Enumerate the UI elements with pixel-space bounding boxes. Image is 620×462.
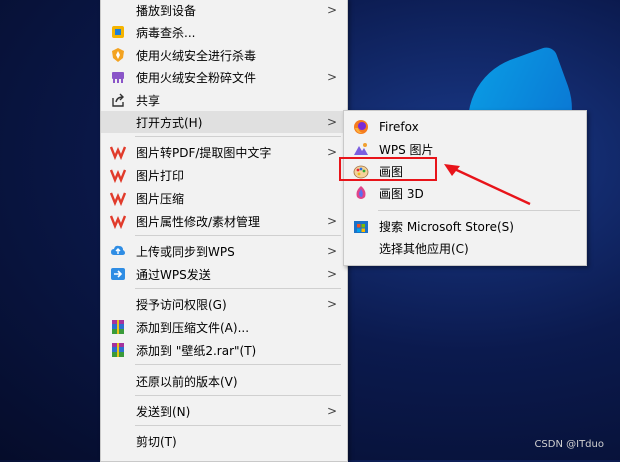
menu-item-label: 共享 — [136, 93, 161, 108]
menu-separator — [135, 288, 341, 289]
menu-separator — [135, 395, 341, 396]
submenu-item-firefox[interactable]: Firefox — [344, 116, 586, 138]
menu-item-label: 图片转PDF/提取图中文字 — [136, 145, 272, 160]
menu-item-label: 图片属性修改/素材管理 — [136, 214, 261, 229]
winrar-icon — [110, 319, 126, 335]
menu-item-cut[interactable]: 剪切(T) — [101, 430, 347, 452]
winrar-icon — [110, 342, 126, 358]
menu-item-label: 授予访问权限(G) — [136, 297, 227, 312]
store-icon — [353, 218, 369, 234]
chevron-right-icon: > — [326, 214, 337, 228]
chevron-right-icon: > — [326, 3, 337, 17]
menu-item-label: 使用火绒安全粉碎文件 — [136, 70, 257, 85]
menu-item-label: 通过WPS发送 — [136, 267, 211, 282]
menu-item-huorong-shred[interactable]: 使用火绒安全粉碎文件 > — [101, 66, 347, 88]
wps-icon — [110, 167, 126, 183]
context-menu: 播放到设备 > 病毒查杀... 使用火绒安全进行杀毒 使用火绒安全粉碎文件 > … — [100, 0, 348, 462]
menu-item-restore-versions[interactable]: 还原以前的版本(V) — [101, 370, 347, 392]
huorong-shield-icon — [110, 47, 126, 63]
menu-item-upload-wps[interactable]: 上传或同步到WPS > — [101, 240, 347, 262]
menu-item-image-to-pdf[interactable]: 图片转PDF/提取图中文字 > — [101, 141, 347, 163]
cloud-upload-icon — [110, 243, 126, 259]
chevron-right-icon: > — [326, 115, 337, 129]
chevron-right-icon: > — [326, 404, 337, 418]
menu-item-image-properties[interactable]: 图片属性修改/素材管理 > — [101, 210, 347, 232]
menu-item-label: 上传或同步到WPS — [136, 244, 235, 259]
menu-item-label: 使用火绒安全进行杀毒 — [136, 48, 257, 63]
menu-item-label: 画图 3D — [379, 186, 424, 201]
wps-icon — [110, 213, 126, 229]
menu-item-share[interactable]: 共享 — [101, 89, 347, 111]
menu-item-cast-to-device[interactable]: 播放到设备 > — [101, 0, 347, 21]
virus-scan-icon — [110, 24, 126, 40]
menu-item-label: 图片压缩 — [136, 191, 185, 206]
menu-item-label: 打开方式(H) — [136, 115, 203, 130]
menu-separator — [135, 425, 341, 426]
menu-item-label: 添加到 "壁纸2.rar"(T) — [136, 343, 257, 358]
annotation-highlight-box — [339, 157, 437, 181]
menu-separator — [135, 235, 341, 236]
menu-item-grant-access[interactable]: 授予访问权限(G) > — [101, 293, 347, 315]
menu-item-label: 选择其他应用(C) — [379, 241, 469, 256]
menu-item-add-to-rar[interactable]: 添加到 "壁纸2.rar"(T) — [101, 339, 347, 361]
menu-item-add-to-archive[interactable]: 添加到压缩文件(A)... — [101, 316, 347, 338]
wps-photo-icon — [353, 141, 369, 157]
share-icon — [110, 92, 126, 108]
wps-icon — [110, 190, 126, 206]
menu-item-label: 添加到压缩文件(A)... — [136, 320, 250, 335]
chevron-right-icon: > — [326, 297, 337, 311]
firefox-icon — [353, 119, 369, 135]
chevron-right-icon: > — [326, 267, 337, 281]
watermark: CSDN @ITduo — [534, 439, 604, 450]
chevron-right-icon: > — [326, 70, 337, 84]
menu-item-huorong-antivirus[interactable]: 使用火绒安全进行杀毒 — [101, 44, 347, 66]
cast-icon — [110, 2, 126, 18]
submenu-item-choose-other-app[interactable]: 选择其他应用(C) — [344, 237, 586, 259]
menu-item-virus-scan[interactable]: 病毒查杀... — [101, 21, 347, 43]
menu-separator — [135, 136, 341, 137]
send-arrow-icon — [110, 266, 126, 282]
paint3d-icon — [353, 185, 369, 201]
menu-item-label: 播放到设备 — [136, 3, 197, 18]
menu-item-send-via-wps[interactable]: 通过WPS发送 > — [101, 263, 347, 285]
menu-item-label: 病毒查杀... — [136, 25, 196, 40]
menu-item-label: 图片打印 — [136, 168, 185, 183]
shredder-icon — [110, 69, 126, 85]
menu-item-label: 还原以前的版本(V) — [136, 374, 238, 389]
menu-separator — [378, 210, 580, 211]
menu-item-label: Firefox — [379, 120, 419, 134]
submenu-item-search-store[interactable]: 搜索 Microsoft Store(S) — [344, 215, 586, 237]
menu-item-label: 搜索 Microsoft Store(S) — [379, 219, 514, 234]
menu-item-image-compress[interactable]: 图片压缩 — [101, 187, 347, 209]
menu-item-label: 发送到(N) — [136, 404, 191, 419]
menu-item-image-print[interactable]: 图片打印 — [101, 164, 347, 186]
menu-item-open-with[interactable]: 打开方式(H) > — [101, 111, 347, 133]
annotation-arrow-icon — [444, 164, 531, 206]
wps-icon — [110, 144, 126, 160]
menu-item-label: 剪切(T) — [136, 434, 177, 449]
menu-separator — [135, 364, 341, 365]
chevron-right-icon: > — [326, 244, 337, 258]
chevron-right-icon: > — [326, 145, 337, 159]
menu-item-send-to[interactable]: 发送到(N) > — [101, 400, 347, 422]
menu-item-label: WPS 图片 — [379, 142, 434, 157]
